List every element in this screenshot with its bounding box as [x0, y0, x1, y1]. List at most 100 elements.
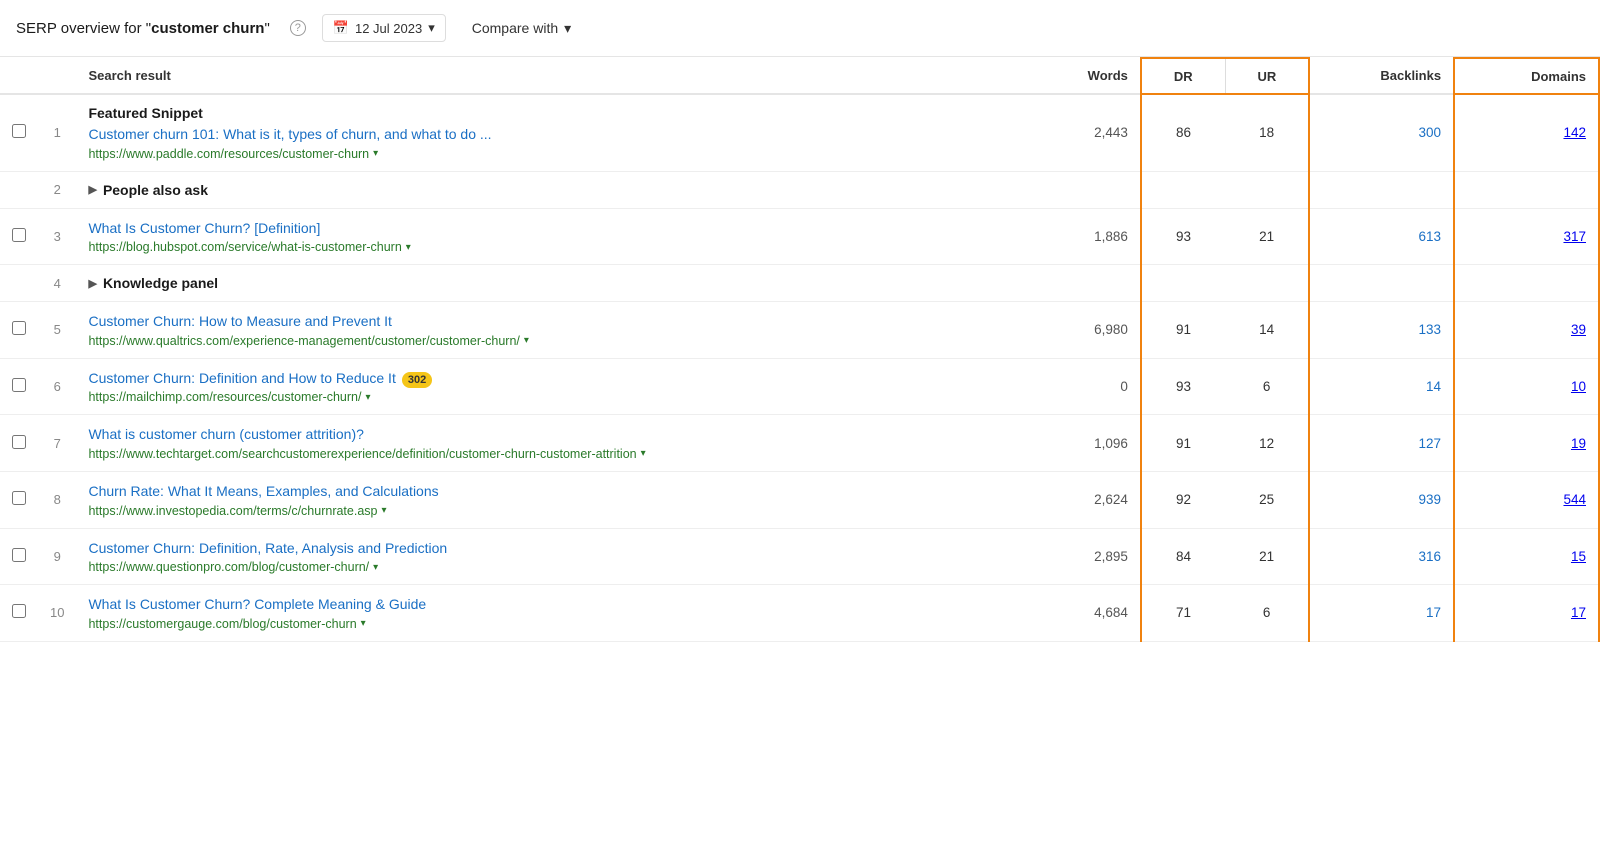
result-link[interactable]: Customer Churn: How to Measure and Preve…	[88, 313, 391, 329]
row-domains: 15	[1454, 528, 1599, 585]
row-words	[1012, 265, 1141, 302]
row-num: 6	[38, 358, 76, 415]
help-icon[interactable]: ?	[290, 20, 306, 36]
result-url: https://blog.hubspot.com/service/what-is…	[88, 240, 1000, 254]
col-header-search-result: Search result	[76, 58, 1012, 94]
page-title: SERP overview for "customer churn"	[16, 20, 270, 37]
row-domains: 317	[1454, 208, 1599, 265]
row-checkbox[interactable]	[12, 491, 26, 505]
row-domains	[1454, 265, 1599, 302]
col-header-num	[38, 58, 76, 94]
table-row: 8 Churn Rate: What It Means, Examples, a…	[0, 471, 1599, 528]
row-backlinks: 300	[1309, 94, 1454, 171]
compare-label: Compare with	[472, 20, 558, 36]
compare-caret-icon: ▾	[564, 20, 571, 37]
row-backlinks: 14	[1309, 358, 1454, 415]
expandable-label[interactable]: ▶ People also ask	[88, 182, 1000, 198]
expand-arrow-icon: ▶	[88, 183, 96, 196]
row-words: 1,096	[1012, 415, 1141, 472]
row-dr: 71	[1141, 585, 1225, 642]
row-ur: 12	[1225, 415, 1309, 472]
row-checkbox-cell	[0, 208, 38, 265]
row-dr	[1141, 265, 1225, 302]
table-row: 9 Customer Churn: Definition, Rate, Anal…	[0, 528, 1599, 585]
result-link[interactable]: Customer churn 101: What is it, types of…	[88, 126, 491, 142]
result-link[interactable]: What Is Customer Churn? Complete Meaning…	[88, 596, 426, 612]
row-checkbox[interactable]	[12, 435, 26, 449]
row-num: 9	[38, 528, 76, 585]
result-url: https://www.paddle.com/resources/custome…	[88, 147, 1000, 161]
row-checkbox-cell	[0, 265, 38, 302]
row-ur: 21	[1225, 528, 1309, 585]
row-result-cell: Featured Snippet Customer churn 101: Wha…	[76, 94, 1012, 171]
result-link[interactable]: What Is Customer Churn? [Definition]	[88, 220, 320, 236]
row-checkbox[interactable]	[12, 378, 26, 392]
result-url: https://customergauge.com/blog/customer-…	[88, 617, 1000, 631]
row-dr: 91	[1141, 415, 1225, 472]
row-backlinks	[1309, 265, 1454, 302]
result-link[interactable]: Churn Rate: What It Means, Examples, and…	[88, 483, 438, 499]
row-result-cell: What Is Customer Churn? Complete Meaning…	[76, 585, 1012, 642]
result-link[interactable]: Customer Churn: Definition, Rate, Analys…	[88, 540, 447, 556]
row-checkbox[interactable]	[12, 548, 26, 562]
expandable-label[interactable]: ▶ Knowledge panel	[88, 275, 1000, 291]
row-dr	[1141, 171, 1225, 208]
table-row: 6 Customer Churn: Definition and How to …	[0, 358, 1599, 415]
row-result-cell: Customer Churn: How to Measure and Preve…	[76, 302, 1012, 359]
serp-table: Search result Words DR UR Backlinks Doma…	[0, 57, 1600, 642]
row-result-cell: What is customer churn (customer attriti…	[76, 415, 1012, 472]
row-checkbox-cell	[0, 358, 38, 415]
row-domains: 544	[1454, 471, 1599, 528]
url-caret-icon: ▾	[381, 505, 386, 516]
compare-button[interactable]: Compare with ▾	[462, 15, 581, 42]
table-row: 5 Customer Churn: How to Measure and Pre…	[0, 302, 1599, 359]
row-backlinks: 127	[1309, 415, 1454, 472]
row-result-cell: What Is Customer Churn? [Definition] htt…	[76, 208, 1012, 265]
table-row: 7 What is customer churn (customer attri…	[0, 415, 1599, 472]
col-header-backlinks: Backlinks	[1309, 58, 1454, 94]
result-link[interactable]: What is customer churn (customer attriti…	[88, 426, 363, 442]
row-num: 5	[38, 302, 76, 359]
row-backlinks: 613	[1309, 208, 1454, 265]
row-checkbox[interactable]	[12, 604, 26, 618]
redirect-badge: 302	[402, 372, 432, 388]
row-words: 6,980	[1012, 302, 1141, 359]
row-checkbox[interactable]	[12, 228, 26, 242]
row-ur: 25	[1225, 471, 1309, 528]
row-num: 10	[38, 585, 76, 642]
row-dr: 91	[1141, 302, 1225, 359]
col-header-words: Words	[1012, 58, 1141, 94]
row-checkbox[interactable]	[12, 124, 26, 138]
row-result-cell: Churn Rate: What It Means, Examples, and…	[76, 471, 1012, 528]
row-checkbox-cell	[0, 471, 38, 528]
row-domains: 39	[1454, 302, 1599, 359]
row-backlinks: 133	[1309, 302, 1454, 359]
url-caret-icon: ▾	[406, 242, 411, 253]
result-url: https://www.investopedia.com/terms/c/chu…	[88, 504, 1000, 518]
url-caret-icon: ▾	[361, 618, 366, 629]
row-dr: 92	[1141, 471, 1225, 528]
page-header: SERP overview for "customer churn" ? 📅 1…	[0, 0, 1600, 57]
row-num: 8	[38, 471, 76, 528]
row-words: 4,684	[1012, 585, 1141, 642]
row-ur: 14	[1225, 302, 1309, 359]
row-dr: 84	[1141, 528, 1225, 585]
result-url: https://www.qualtrics.com/experience-man…	[88, 334, 1000, 348]
url-caret-icon: ▾	[524, 335, 529, 346]
date-label: 12 Jul 2023	[355, 21, 422, 36]
date-picker-button[interactable]: 📅 12 Jul 2023 ▾	[322, 14, 446, 42]
row-domains: 10	[1454, 358, 1599, 415]
expandable-text: People also ask	[103, 182, 208, 198]
row-ur: 6	[1225, 358, 1309, 415]
row-dr: 86	[1141, 94, 1225, 171]
row-ur: 21	[1225, 208, 1309, 265]
result-link[interactable]: Customer Churn: Definition and How to Re…	[88, 370, 395, 386]
url-caret-icon: ▾	[373, 562, 378, 573]
row-dr: 93	[1141, 208, 1225, 265]
row-domains: 142	[1454, 94, 1599, 171]
row-checkbox[interactable]	[12, 321, 26, 335]
row-words: 2,624	[1012, 471, 1141, 528]
row-words: 2,443	[1012, 94, 1141, 171]
row-checkbox-cell	[0, 302, 38, 359]
result-url: https://www.techtarget.com/searchcustome…	[88, 447, 1000, 461]
